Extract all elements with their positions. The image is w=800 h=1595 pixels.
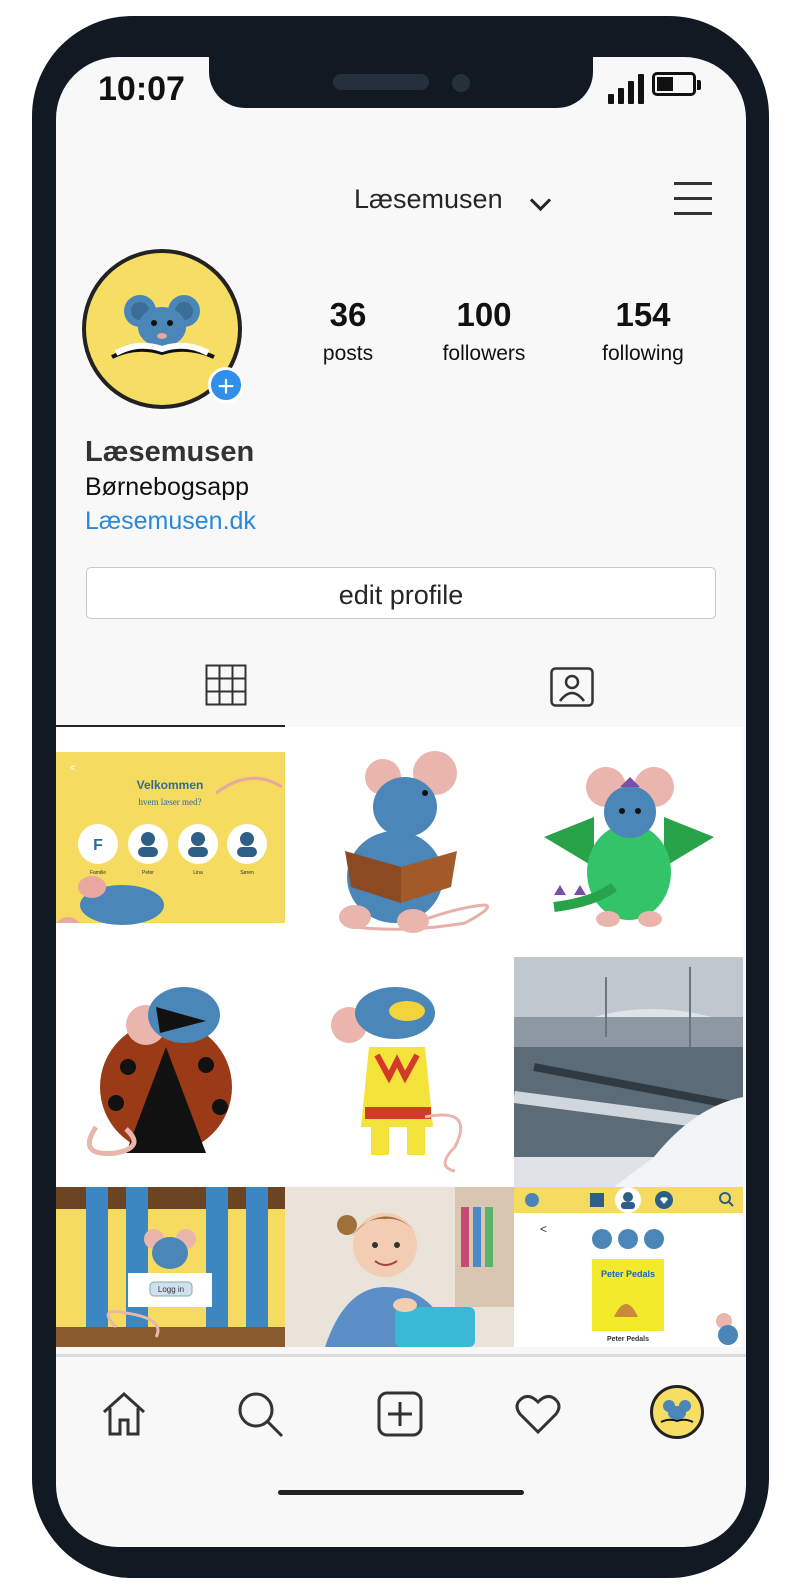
bottom-nav-divider bbox=[56, 1354, 746, 1357]
post-tile[interactable] bbox=[514, 957, 743, 1187]
post-tile[interactable]: Logg in bbox=[56, 1187, 285, 1347]
welcome-name: Søren bbox=[240, 870, 254, 876]
stat-label: followers bbox=[442, 342, 526, 365]
post-child-photo bbox=[285, 1187, 514, 1347]
book-cover-title: Peter Pedals bbox=[601, 1269, 655, 1279]
app-back-text: < bbox=[540, 1222, 547, 1236]
post-tile[interactable] bbox=[56, 957, 285, 1187]
post-harbour-photo bbox=[514, 957, 743, 1187]
post-ladybug-mouse bbox=[86, 987, 232, 1156]
post-tile[interactable] bbox=[285, 727, 514, 957]
welcome-subtitle: hvem læser med? bbox=[139, 797, 202, 807]
add-post-icon[interactable] bbox=[376, 1390, 424, 1438]
signal-icon bbox=[608, 74, 644, 104]
post-welcome-screen: < Velkommen hvem læser med? F Familie Pe… bbox=[56, 752, 285, 925]
stat-value: 36 bbox=[329, 296, 367, 333]
profile-name: Læsemusen bbox=[85, 436, 255, 468]
stat-following[interactable]: 154 following bbox=[588, 296, 698, 366]
post-app-screen: < Peter Pedals Peter Pedals bbox=[514, 1187, 743, 1345]
profile-website-link[interactable]: Læsemusen.dk bbox=[85, 507, 256, 536]
stat-label: following bbox=[602, 342, 684, 365]
welcome-name: Peter bbox=[142, 870, 154, 876]
search-icon[interactable] bbox=[236, 1390, 284, 1438]
hamburger-menu-icon[interactable] bbox=[674, 182, 712, 216]
stat-value: 154 bbox=[615, 296, 671, 333]
account-switcher[interactable]: Læsemusen bbox=[354, 184, 503, 215]
post-dragon-mouse bbox=[544, 767, 714, 927]
post-super-mouse bbox=[331, 987, 463, 1173]
front-camera bbox=[452, 74, 470, 92]
post-tile[interactable] bbox=[285, 957, 514, 1187]
post-tile[interactable]: < Peter Pedals Peter Pedals bbox=[514, 1187, 743, 1347]
grid-icon[interactable] bbox=[205, 664, 247, 706]
welcome-name: Lina bbox=[193, 870, 203, 876]
post-tile[interactable] bbox=[285, 1187, 514, 1347]
mouse-logo-icon bbox=[660, 1400, 694, 1423]
post-login-screen: Logg in bbox=[56, 1187, 285, 1347]
tagged-icon[interactable] bbox=[550, 667, 594, 707]
stat-label: posts bbox=[322, 342, 374, 365]
profile-bio: Børnebogsapp bbox=[85, 473, 250, 501]
stat-posts[interactable]: 36 posts bbox=[300, 296, 396, 366]
battery-icon bbox=[652, 72, 701, 100]
status-time: 10:07 bbox=[98, 70, 185, 108]
add-story-button[interactable]: + bbox=[208, 367, 244, 403]
welcome-back-text: < bbox=[70, 763, 76, 774]
profile-nav-avatar[interactable] bbox=[650, 1385, 704, 1439]
book-caption: Peter Pedals bbox=[607, 1336, 649, 1343]
stat-value: 100 bbox=[456, 296, 512, 333]
speaker bbox=[333, 74, 429, 90]
home-indicator bbox=[278, 1490, 524, 1495]
welcome-name: Familie bbox=[90, 870, 106, 876]
heart-icon[interactable] bbox=[514, 1390, 562, 1438]
home-icon[interactable] bbox=[100, 1390, 148, 1438]
edit-profile-button[interactable]: edit profile bbox=[86, 567, 716, 619]
post-reading-mouse bbox=[339, 751, 489, 933]
welcome-title: Velkommen bbox=[137, 778, 204, 792]
post-tile[interactable] bbox=[514, 727, 743, 957]
post-tile[interactable]: < Velkommen hvem læser med? F Familie Pe… bbox=[56, 727, 285, 957]
stat-followers[interactable]: 100 followers bbox=[430, 296, 538, 366]
login-button-text: Logg in bbox=[158, 1285, 184, 1294]
welcome-initial: F bbox=[93, 837, 103, 854]
